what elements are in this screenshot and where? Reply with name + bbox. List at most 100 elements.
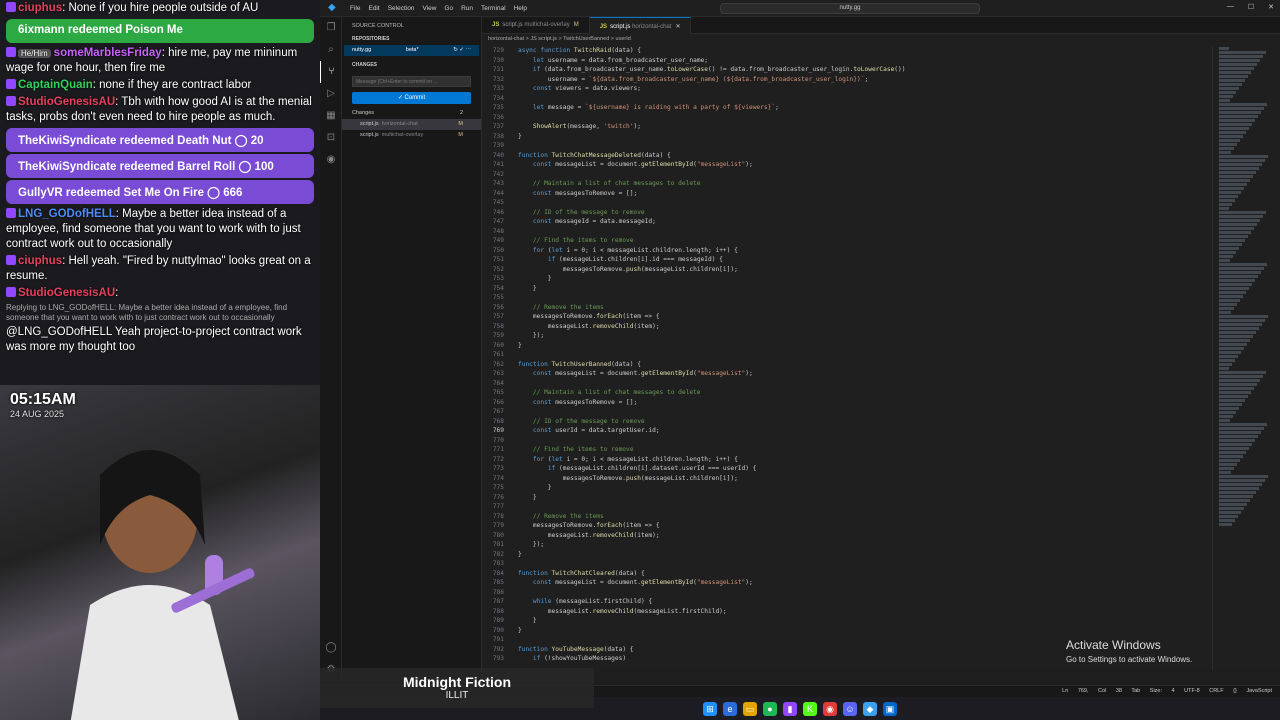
- code-line[interactable]: 756 // Remove the items: [482, 303, 1212, 313]
- code-line[interactable]: 754 }: [482, 284, 1212, 294]
- kick-icon[interactable]: K: [803, 701, 817, 716]
- changed-file[interactable]: script.js horizontal-chat M: [342, 119, 481, 130]
- tab-script-horizontal[interactable]: JS script.js horizontal-chat ✕: [589, 17, 692, 34]
- code-line[interactable]: 769 const userId = data.targetUser.id;: [482, 426, 1212, 436]
- code-line[interactable]: 777: [482, 502, 1212, 512]
- code-line[interactable]: 757 messagesToRemove.forEach(item => {: [482, 312, 1212, 322]
- code-line[interactable]: 747 const messageId = data.messageId;: [482, 217, 1212, 227]
- code-line[interactable]: 753 }: [482, 274, 1212, 284]
- code-line[interactable]: 741 const messageList = document.getElem…: [482, 160, 1212, 170]
- discord-icon[interactable]: ☺: [843, 701, 857, 716]
- repositories-header[interactable]: REPOSITORIES: [342, 34, 481, 45]
- code-line[interactable]: 786: [482, 588, 1212, 598]
- code-line[interactable]: 763 const messageList = document.getElem…: [482, 369, 1212, 379]
- code-line[interactable]: 782}: [482, 550, 1212, 560]
- code-line[interactable]: 752 messagesToRemove.push(messageList.ch…: [482, 265, 1212, 275]
- code-line[interactable]: 773 if (messageList.children[i].dataset.…: [482, 464, 1212, 474]
- code-line[interactable]: 755: [482, 293, 1212, 303]
- code-line[interactable]: 760}: [482, 341, 1212, 351]
- code-line[interactable]: 748: [482, 227, 1212, 237]
- commit-message-input[interactable]: Message (Ctrl+Enter to commit on ...: [352, 76, 471, 87]
- code-line[interactable]: 775 }: [482, 483, 1212, 493]
- code-line[interactable]: 766 const messagesToRemove = [];: [482, 398, 1212, 408]
- code-line[interactable]: 737 ShowAlert(message, 'twitch');: [482, 122, 1212, 132]
- code-line[interactable]: 734: [482, 94, 1212, 104]
- code-line[interactable]: 789 }: [482, 616, 1212, 626]
- changes-group[interactable]: Changes 2: [342, 108, 481, 119]
- commit-button[interactable]: ✓ Commit: [352, 92, 471, 104]
- code-line[interactable]: 738}: [482, 132, 1212, 142]
- source-control-icon[interactable]: ⑂: [320, 61, 342, 83]
- repository-row[interactable]: nutty.gg beta* ↻ ✓ ⋯: [344, 45, 479, 56]
- tab-script-multichat[interactable]: JS script.js multichat-overlay M: [482, 17, 590, 34]
- menu-help[interactable]: Help: [514, 5, 527, 12]
- code-line[interactable]: 781 });: [482, 540, 1212, 550]
- code-line[interactable]: 745: [482, 198, 1212, 208]
- changed-file[interactable]: script.js multichat-overlay M: [342, 130, 481, 141]
- code-line[interactable]: 729 async function TwitchRaid(data) {: [482, 46, 1212, 56]
- github-icon[interactable]: ◉: [320, 149, 342, 171]
- explorer-icon[interactable]: ❐: [320, 17, 342, 39]
- code-line[interactable]: 771 // Find the items to remove: [482, 445, 1212, 455]
- menu-edit[interactable]: Edit: [368, 5, 379, 12]
- remote-explorer-icon[interactable]: ⊡: [320, 127, 342, 149]
- app-icon[interactable]: ▣: [883, 701, 897, 716]
- code-line[interactable]: 785 const messageList = document.getElem…: [482, 578, 1212, 588]
- code-line[interactable]: 742: [482, 170, 1212, 180]
- code-line[interactable]: 780 messageList.removeChild(item);: [482, 531, 1212, 541]
- code-line[interactable]: 776 }: [482, 493, 1212, 503]
- code-line[interactable]: 790}: [482, 626, 1212, 636]
- code-line[interactable]: 787 while (messageList.firstChild) {: [482, 597, 1212, 607]
- tab-close-icon[interactable]: ✕: [675, 24, 680, 30]
- code-line[interactable]: 749 // Find the items to remove: [482, 236, 1212, 246]
- twitch-icon[interactable]: ▮: [783, 701, 797, 716]
- code-line[interactable]: 743 // Maintain a list of chat messages …: [482, 179, 1212, 189]
- menu-selection[interactable]: Selection: [388, 5, 415, 12]
- run-debug-icon[interactable]: ▷: [320, 83, 342, 105]
- file-explorer-icon[interactable]: ▭: [743, 701, 757, 716]
- search-icon[interactable]: ⌕: [320, 39, 342, 61]
- maximize-icon[interactable]: ☐: [1248, 3, 1254, 11]
- menu-run[interactable]: Run: [461, 5, 473, 12]
- code-line[interactable]: 784 function TwitchChatCleared(data) {: [482, 569, 1212, 579]
- code-line[interactable]: 751 if (messageList.children[i].id === m…: [482, 255, 1212, 265]
- breadcrumb[interactable]: horizontal-chat > JS script.js > TwitchU…: [482, 34, 1280, 46]
- start-icon[interactable]: ⊞: [703, 701, 717, 716]
- code-line[interactable]: 736: [482, 113, 1212, 123]
- code-line[interactable]: 761: [482, 350, 1212, 360]
- code-line[interactable]: 765 // Maintain a list of chat messages …: [482, 388, 1212, 398]
- menu-go[interactable]: Go: [444, 5, 453, 12]
- minimize-icon[interactable]: —: [1227, 3, 1234, 11]
- code-line[interactable]: 759 });: [482, 331, 1212, 341]
- code-editor[interactable]: 729 async function TwitchRaid(data) {730 …: [482, 46, 1212, 670]
- code-line[interactable]: 744 const messagesToRemove = [];: [482, 189, 1212, 199]
- code-line[interactable]: 739: [482, 141, 1212, 151]
- code-line[interactable]: 758 messageList.removeChild(item);: [482, 322, 1212, 332]
- code-line[interactable]: 731 if (data.from_broadcaster_user_name.…: [482, 65, 1212, 75]
- menu-file[interactable]: File: [350, 5, 360, 12]
- edge-icon[interactable]: e: [723, 701, 737, 716]
- code-line[interactable]: 778 // Remove the items: [482, 512, 1212, 522]
- command-center[interactable]: nutty.gg: [720, 3, 980, 14]
- code-line[interactable]: 735 let message = `${username} is raidin…: [482, 103, 1212, 113]
- vscode-taskbar-icon[interactable]: ◆: [863, 701, 877, 716]
- obs-icon[interactable]: ◉: [823, 701, 837, 716]
- spotify-icon[interactable]: ●: [763, 701, 777, 716]
- code-line[interactable]: 767: [482, 407, 1212, 417]
- code-line[interactable]: 733 const viewers = data.viewers;: [482, 84, 1212, 94]
- extensions-icon[interactable]: ▦: [320, 105, 342, 127]
- code-line[interactable]: 768 // ID of the message to remove: [482, 417, 1212, 427]
- code-line[interactable]: 770: [482, 436, 1212, 446]
- code-line[interactable]: 774 messagesToRemove.push(messageList.ch…: [482, 474, 1212, 484]
- code-line[interactable]: 772 for (let i = 0; i < messageList.chil…: [482, 455, 1212, 465]
- code-line[interactable]: 779 messagesToRemove.forEach(item => {: [482, 521, 1212, 531]
- menu-terminal[interactable]: Terminal: [481, 5, 506, 12]
- menu-view[interactable]: View: [422, 5, 436, 12]
- code-line[interactable]: 730 let username = data.from_broadcaster…: [482, 56, 1212, 66]
- code-line[interactable]: 762 function TwitchUserBanned(data) {: [482, 360, 1212, 370]
- repo-branch[interactable]: beta*: [406, 47, 419, 54]
- code-line[interactable]: 732 username = `${data.from_broadcaster_…: [482, 75, 1212, 85]
- code-line[interactable]: 764: [482, 379, 1212, 389]
- close-icon[interactable]: ✕: [1268, 3, 1274, 11]
- code-line[interactable]: 788 messageList.removeChild(messageList.…: [482, 607, 1212, 617]
